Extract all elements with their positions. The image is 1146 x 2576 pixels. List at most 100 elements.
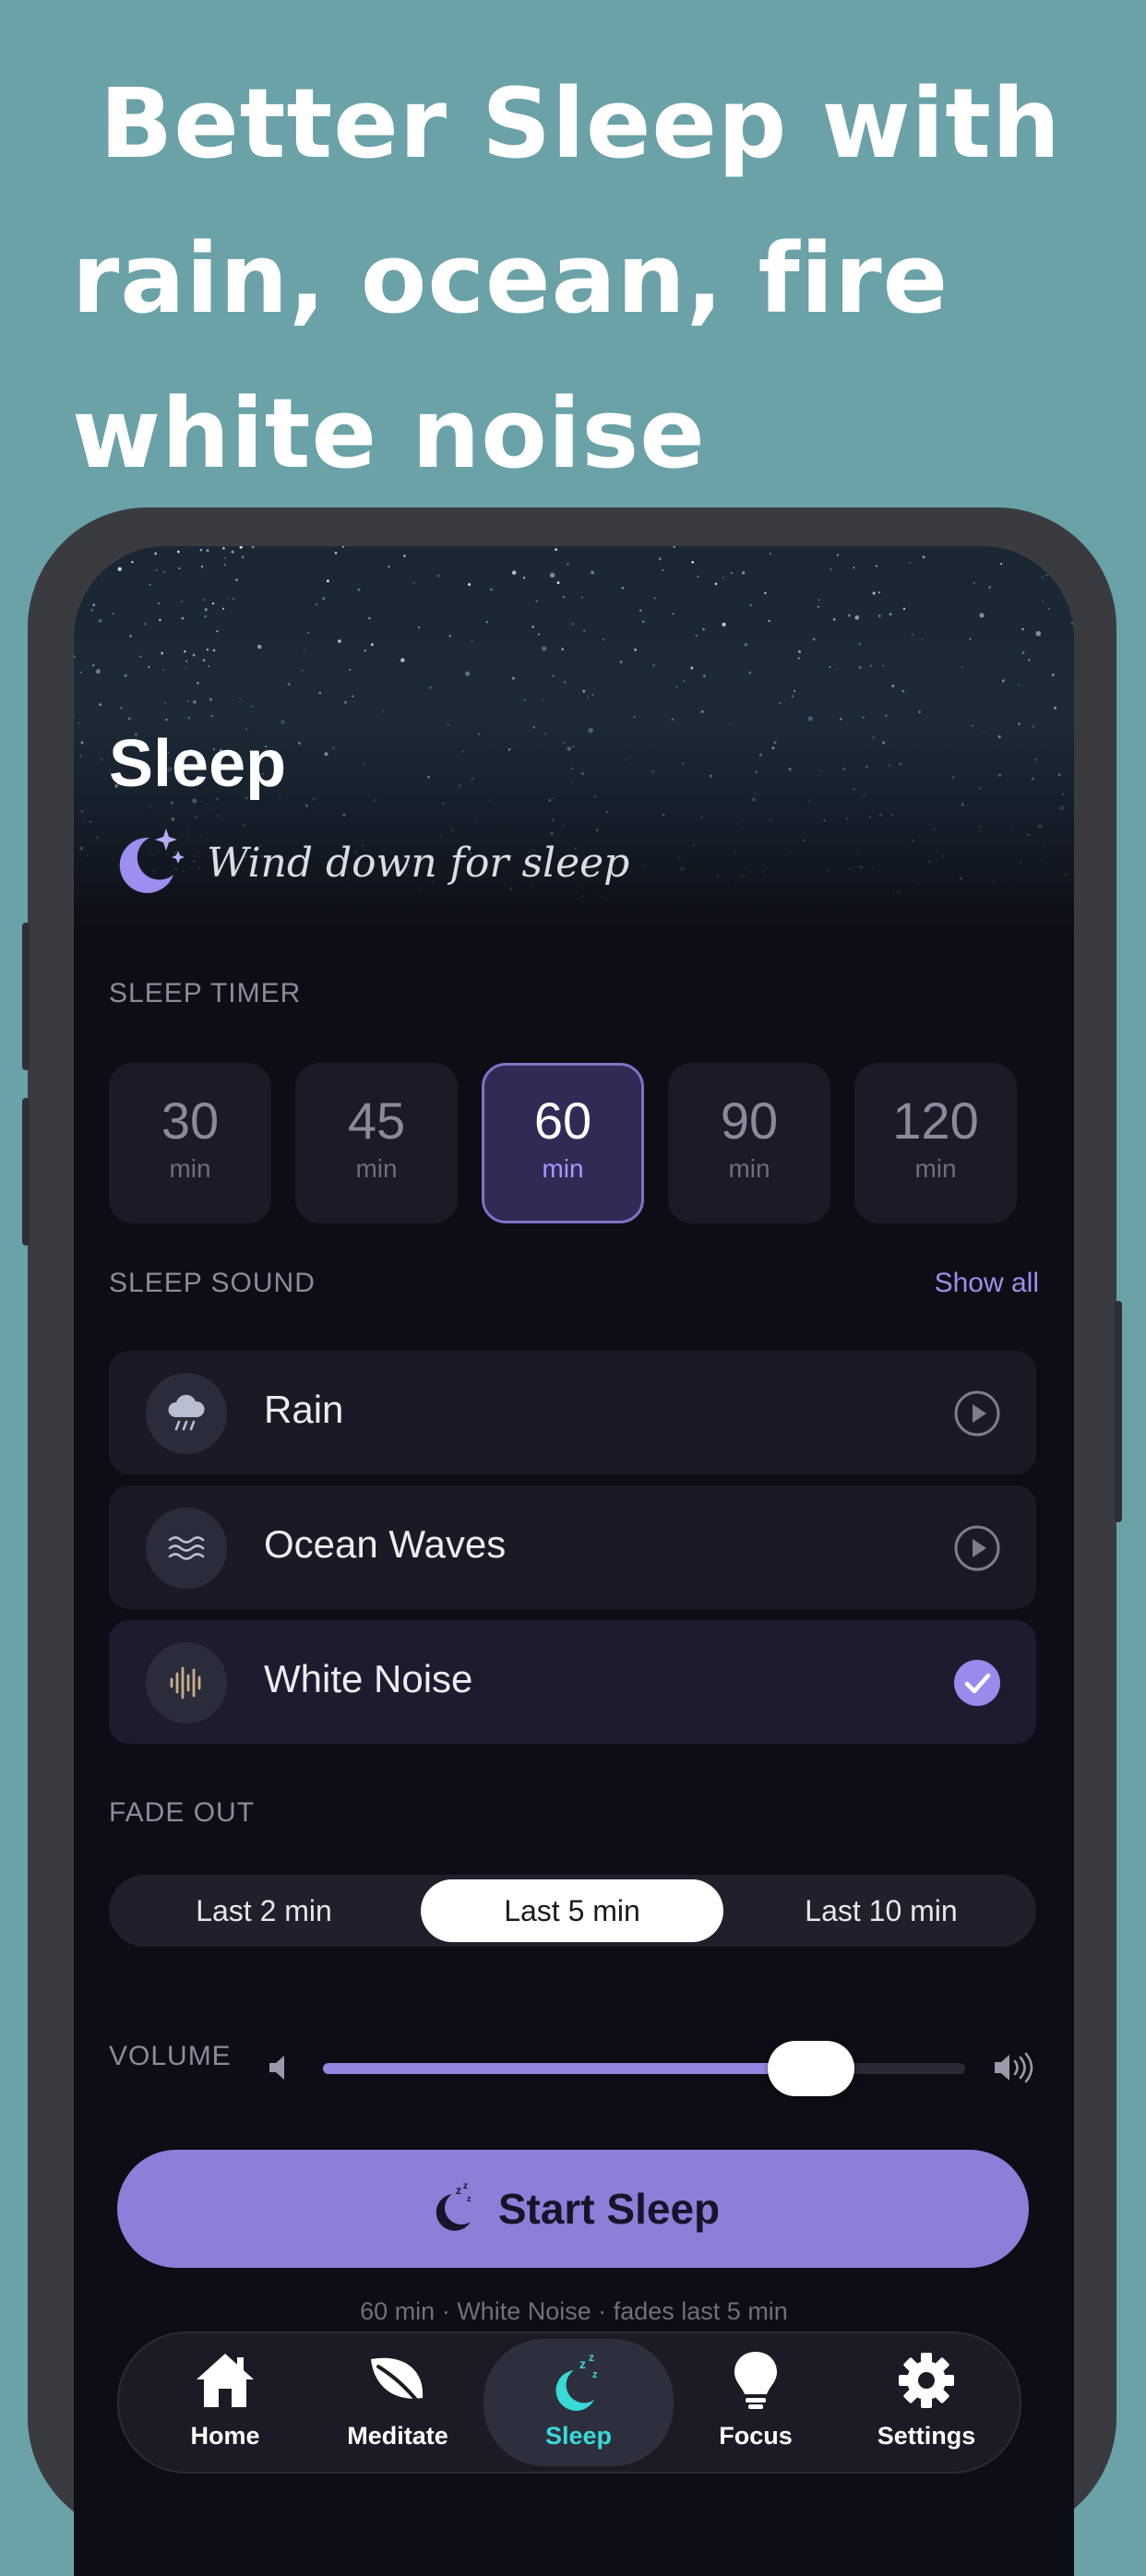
timer-value: 120 [892,1091,979,1150]
start-sleep-button[interactable]: z z z Start Sleep [117,2150,1029,2268]
star [465,671,471,676]
star [633,716,636,719]
rain-cloud-icon [146,1373,227,1454]
star [683,680,686,682]
star [847,614,851,617]
timer-value: 45 [347,1091,406,1150]
sound-item-white-noise[interactable]: White Noise [109,1620,1036,1744]
sound-item-ocean-waves[interactable]: Ocean Waves [109,1485,1036,1609]
volume-slider-thumb[interactable] [767,2041,854,2096]
tab-sleep[interactable]: z z z Sleep [483,2339,674,2466]
star [997,735,1001,739]
star [221,607,225,610]
star [552,818,555,822]
star [889,613,892,616]
star [697,575,699,578]
sound-item-rain[interactable]: Rain [109,1351,1036,1474]
star [992,880,996,884]
timer-option-30[interactable]: 30 min [109,1063,271,1223]
moon-stars-icon [109,823,185,902]
tab-meditate[interactable]: Meditate [310,2333,485,2472]
promo-line-3: white noise [72,377,706,490]
star [206,549,209,553]
check-icon[interactable] [953,1659,1001,1711]
fade-option-2-min[interactable]: Last 2 min [116,1879,412,1942]
star [74,716,75,718]
star [690,666,694,670]
star [490,588,493,591]
star [194,817,197,819]
timer-unit: min [542,1154,584,1183]
star [751,797,756,802]
star [733,849,736,853]
star [749,603,753,607]
star [671,718,674,722]
play-icon[interactable] [953,1389,1001,1441]
tab-focus[interactable]: Focus [668,2333,843,2472]
star [176,550,180,554]
star [761,870,764,874]
star [722,577,724,579]
show-all-link[interactable]: Show all [935,1268,1039,1299]
star [523,698,526,701]
star [569,781,573,783]
star [370,643,374,647]
star [735,822,738,825]
star [858,665,862,670]
star [210,714,213,718]
fade-option-10-min[interactable]: Last 10 min [733,1879,1030,1942]
star [412,581,415,584]
star [485,621,488,624]
star [185,667,187,669]
star [1019,861,1022,865]
tab-home[interactable]: Home [137,2333,313,2472]
tab-label: Sleep [544,2422,613,2450]
star [722,622,726,627]
star [891,685,895,687]
volume-fill [323,2063,811,2074]
fade-option-5-min[interactable]: Last 5 min [421,1879,723,1942]
star [817,605,819,608]
star [839,718,842,721]
star [1027,833,1031,837]
star [326,579,329,583]
star [798,650,801,653]
star [74,655,76,658]
star [716,874,719,877]
star [587,696,590,698]
star [226,597,228,600]
star [1018,722,1021,725]
timer-option-120[interactable]: 120 min [854,1063,1017,1223]
star [373,799,376,802]
star [675,686,678,689]
star [969,638,972,640]
star [1034,758,1037,761]
timer-option-60[interactable]: 60 min [482,1063,644,1223]
star [853,566,855,569]
star [702,627,705,631]
star [129,635,132,638]
star [678,856,681,859]
star [117,566,122,571]
timer-option-90[interactable]: 90 min [668,1063,830,1223]
star [556,581,560,585]
star [1071,622,1074,625]
volume-slider[interactable] [323,2041,965,2096]
star [826,868,830,872]
star [1057,773,1061,776]
star [552,674,555,677]
play-icon[interactable] [953,1524,1001,1576]
star [442,802,445,805]
timer-option-45[interactable]: 45 min [295,1063,458,1223]
star [691,561,694,564]
star [109,556,114,561]
star [972,724,973,727]
star [605,810,608,814]
leaf-icon [310,2350,485,2411]
star [593,795,597,799]
star [281,720,285,724]
tab-settings[interactable]: Settings [839,2333,1014,2472]
star [619,661,623,663]
star [86,854,89,857]
star [95,669,101,674]
